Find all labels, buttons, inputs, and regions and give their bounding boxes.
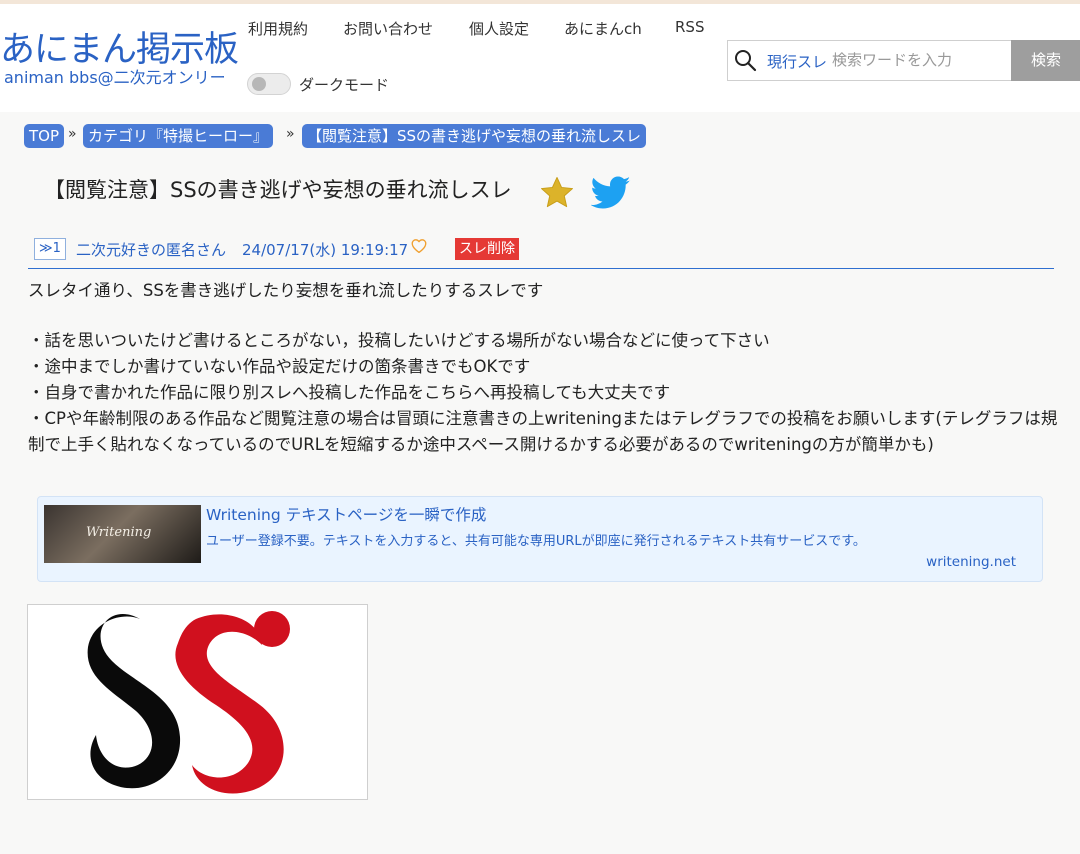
twitter-share-icon[interactable] (591, 176, 631, 210)
post-body: スレタイ通り、SSを書き逃げしたり妄想を垂れ流したりするスレです ・話を思いつい… (28, 278, 1058, 458)
main-content: TOP » カテゴリ『特撮ヒーロー』 » 【閲覧注意】SSの書き逃げや妄想の垂れ… (0, 112, 1080, 854)
post-date: 24/07/17(水) 19:19:17 (242, 241, 409, 259)
ss-logo-image[interactable] (27, 604, 368, 800)
dark-mode-label: ダークモード (299, 76, 390, 94)
post-header: ≫1 二次元好きの匿名さん 24/07/17(水) 19:19:17 スレ削除 (28, 234, 1054, 269)
breadcrumb-category[interactable]: カテゴリ『特撮ヒーロー』 (83, 124, 274, 148)
post-body-line: スレタイ通り、SSを書き逃げしたり妄想を垂れ流したりするスレです (28, 281, 544, 300)
toggle-knob (252, 77, 266, 91)
nav-personal-settings[interactable]: 個人設定 (469, 18, 529, 39)
post-number-button[interactable]: ≫1 (34, 238, 66, 260)
post-body-line: ・途中までしか書けていない作品や設定だけの箇条書きでもOKです (28, 357, 531, 376)
site-logo-subtitle: animan bbs@二次元オンリー (4, 68, 226, 87)
link-preview-title[interactable]: Writening テキストページを一瞬で作成 (206, 503, 486, 525)
search-button[interactable]: 検索 (1011, 40, 1080, 81)
thumbnail-text: Writening (86, 525, 152, 540)
search-bar: 現行スレ 検索 (727, 40, 1080, 81)
ss-logo-graphic (87, 611, 290, 794)
post-body-line: ・自身で書かれた作品に限り別スレへ投稿した作品をこちらへ再投稿しても大丈夫です (28, 383, 671, 402)
delete-thread-button[interactable]: スレ削除 (455, 238, 519, 260)
post-body-gap (28, 304, 1058, 328)
site-header: あにまん掲示板 animan bbs@二次元オンリー 利用規約 お問い合わせ 個… (0, 4, 1080, 113)
thread-title: 【閲覧注意】SSの書き逃げや妄想の垂れ流しスレ (44, 178, 512, 202)
breadcrumb-separator: » (286, 126, 295, 142)
heart-icon[interactable] (410, 237, 428, 255)
link-preview-thumbnail: Writening (44, 505, 201, 563)
nav-terms[interactable]: 利用規約 (248, 18, 308, 39)
nav-animanch[interactable]: あにまんch (564, 18, 642, 39)
nav-contact[interactable]: お問い合わせ (343, 18, 433, 39)
link-preview-card[interactable]: Writening Writening テキストページを一瞬で作成 ユーザー登録… (37, 496, 1043, 582)
link-preview-domain: writening.net (926, 554, 1016, 570)
link-preview-description: ユーザー登録不要。テキストを入力すると、共有可能な専用URLが即座に発行されるテ… (206, 534, 866, 549)
favorite-star-icon[interactable] (538, 174, 576, 212)
breadcrumb-separator: » (68, 126, 77, 142)
search-icon (735, 50, 757, 72)
breadcrumb-thread[interactable]: 【閲覧注意】SSの書き逃げや妄想の垂れ流しスレ (302, 124, 647, 148)
post-author: 二次元好きの匿名さん (76, 241, 227, 259)
search-input[interactable] (832, 47, 1007, 73)
dark-mode-toggle[interactable] (247, 73, 291, 95)
nav-rss[interactable]: RSS (675, 18, 704, 36)
post-body-line: ・CPや年齢制限のある作品など閲覧注意の場合は冒頭に注意書きの上writenin… (28, 409, 1058, 454)
search-scope-selector[interactable]: 現行スレ (767, 51, 827, 72)
post-body-line: ・話を思いついたけど書けるところがない，投稿したいけどする場所がない場合などに使… (28, 331, 770, 350)
breadcrumb-top[interactable]: TOP (24, 124, 65, 148)
